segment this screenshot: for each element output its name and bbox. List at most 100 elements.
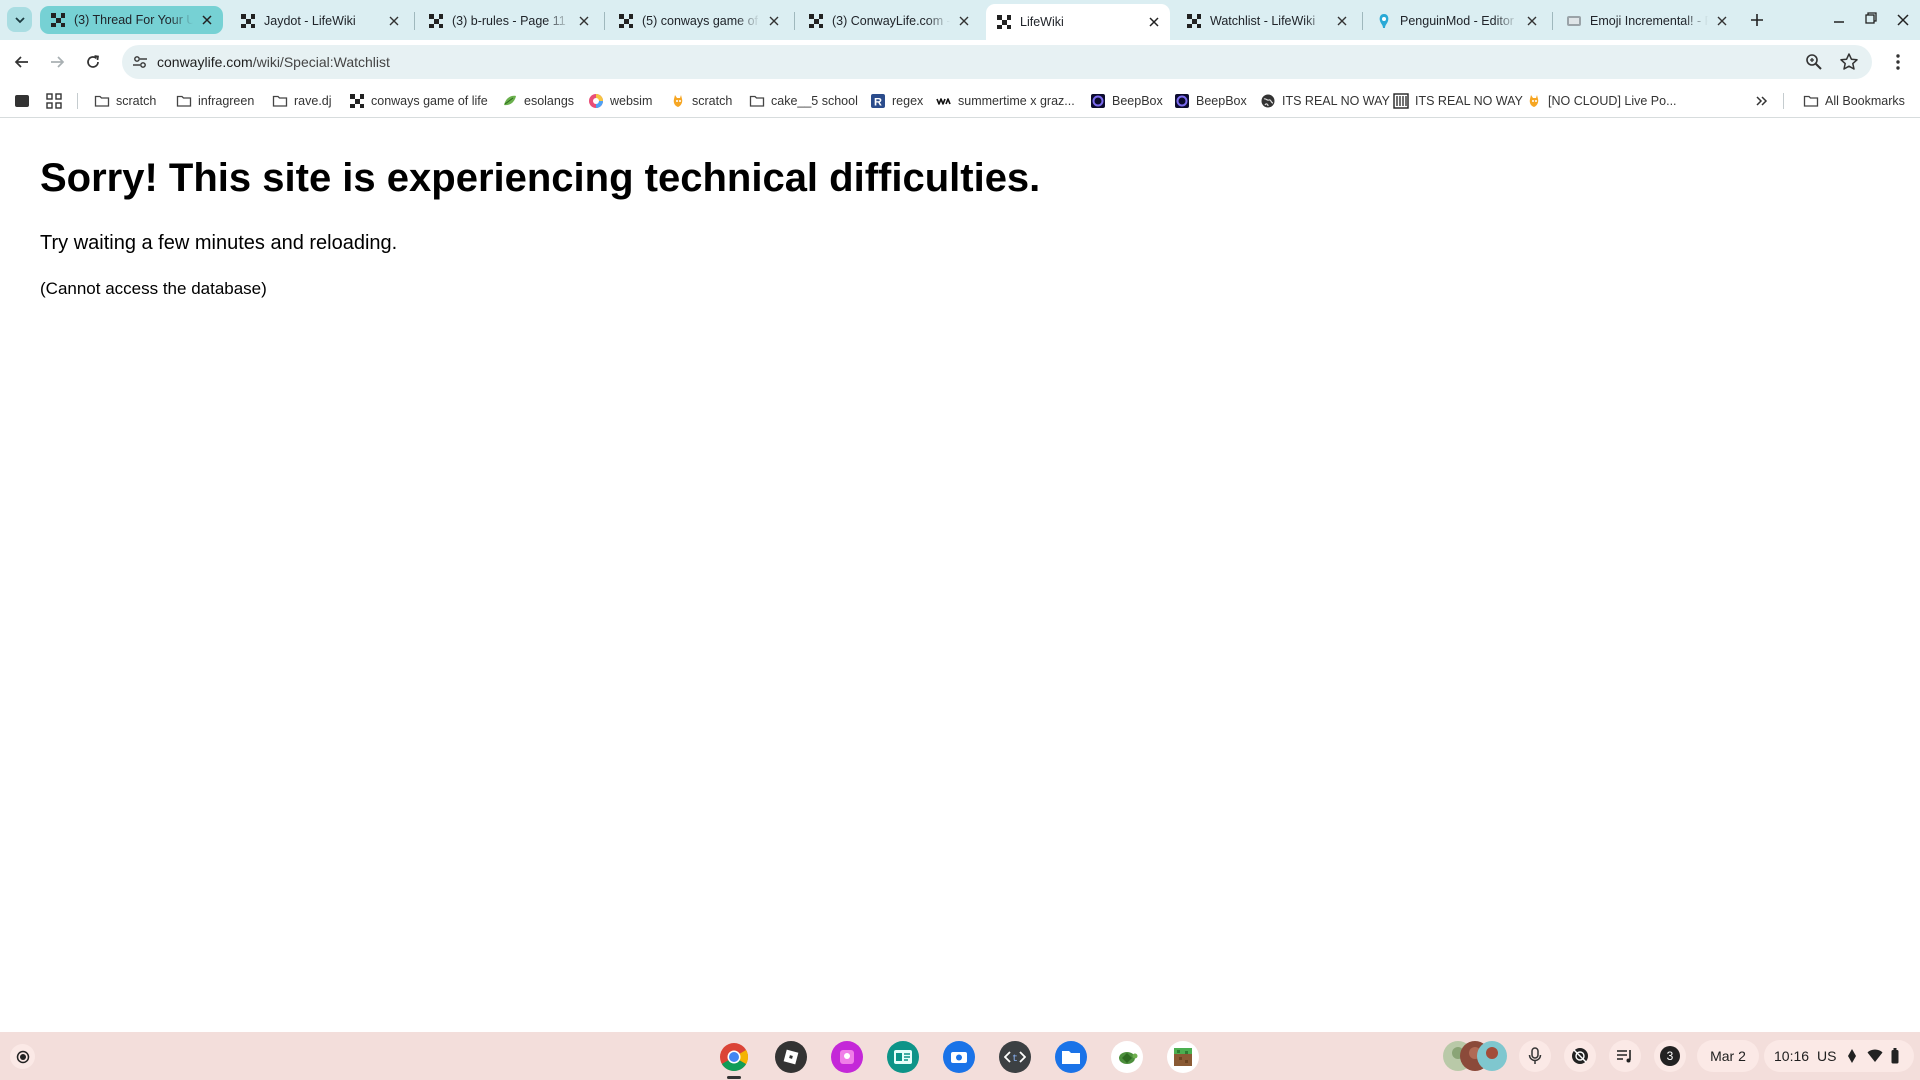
bookmark-link[interactable]: esolangs xyxy=(502,92,574,110)
tab[interactable]: PenguinMod - Editor xyxy=(1366,5,1548,36)
bookmark-link[interactable]: BeepBox xyxy=(1174,92,1247,110)
address-bar[interactable]: conwaylife.com/wiki/Special:Watchlist xyxy=(122,45,1872,79)
reload-icon xyxy=(87,55,99,68)
screen-capture-button[interactable] xyxy=(1564,1040,1596,1072)
bookmark-label: scratch xyxy=(116,94,157,108)
zoom-icon[interactable] xyxy=(1805,53,1823,71)
tab-separator xyxy=(604,12,605,30)
tab-groups-icon[interactable] xyxy=(14,93,30,109)
bookmark-label: ITS REAL NO WAY xyxy=(1415,94,1523,108)
vpn-icon xyxy=(1847,1049,1856,1063)
bookmark-folder[interactable]: scratch xyxy=(94,92,156,110)
tab[interactable]: (3) Thread For Your Un xyxy=(40,6,223,34)
site-info-icon[interactable] xyxy=(132,54,148,70)
conwaylife-icon xyxy=(51,13,65,27)
chrome-app[interactable] xyxy=(718,1041,750,1073)
bookmark-folder[interactable]: rave.dj xyxy=(272,92,332,110)
close-icon[interactable] xyxy=(386,13,402,29)
more-bookmarks-icon[interactable] xyxy=(1755,94,1769,108)
media-controls-button[interactable] xyxy=(1609,1040,1641,1072)
docs-app[interactable] xyxy=(887,1041,919,1073)
microphone-button[interactable] xyxy=(1519,1040,1551,1072)
bookmark-folder[interactable]: cake__5 school xyxy=(749,92,858,110)
bookmark-folder[interactable]: infragreen xyxy=(176,92,254,110)
bookmark-link[interactable]: ITS REAL NO WAY xyxy=(1260,92,1390,110)
notification-badge: 3 xyxy=(1660,1046,1680,1066)
bookmark-link[interactable]: conways game of life xyxy=(349,92,488,110)
close-icon[interactable] xyxy=(576,13,592,29)
files-app[interactable] xyxy=(1055,1041,1087,1073)
record-icon xyxy=(1572,1048,1588,1064)
bookmark-link[interactable]: R regex xyxy=(870,92,923,110)
toolbar: conwaylife.com/wiki/Special:Watchlist xyxy=(0,40,1920,84)
bookmark-star-icon[interactable] xyxy=(1839,52,1859,72)
bookmark-link[interactable]: websim xyxy=(588,92,652,110)
tab-search-button[interactable] xyxy=(7,7,32,32)
close-icon[interactable] xyxy=(199,12,215,28)
tab-strip: (3) Thread For Your Un Jaydot - LifeWiki… xyxy=(0,0,1920,40)
tab-active[interactable]: LifeWiki xyxy=(986,4,1170,40)
new-tab-button[interactable] xyxy=(1746,9,1768,31)
restore-button[interactable] xyxy=(1861,8,1881,28)
reload-button[interactable] xyxy=(81,50,105,74)
all-bookmarks-label: All Bookmarks xyxy=(1825,94,1905,108)
date-text: Mar 2 xyxy=(1710,1048,1746,1064)
tab[interactable]: Jaydot - LifeWiki xyxy=(230,5,410,36)
roblox-app[interactable] xyxy=(775,1041,807,1073)
close-icon[interactable] xyxy=(1524,13,1540,29)
close-icon[interactable] xyxy=(956,13,972,29)
forward-button[interactable] xyxy=(45,50,69,74)
all-bookmarks-button[interactable]: All Bookmarks xyxy=(1803,92,1905,110)
status-area[interactable]: 10:16 US xyxy=(1764,1040,1914,1072)
gallery-app[interactable] xyxy=(831,1041,863,1073)
bookmark-link[interactable]: ITS REAL NO WAY xyxy=(1393,92,1523,110)
folder-icon xyxy=(749,95,765,107)
close-icon[interactable] xyxy=(1334,13,1350,29)
regex-icon: R xyxy=(871,94,885,109)
minecraft-app[interactable] xyxy=(1167,1041,1199,1073)
bookmark-label: websim xyxy=(610,94,653,108)
back-button[interactable] xyxy=(10,50,34,74)
launcher-button[interactable] xyxy=(10,1044,35,1069)
lifewiki-icon xyxy=(997,15,1011,29)
system-shelf: t 3 Mar 2 10:16 US xyxy=(0,1032,1920,1080)
scratch-cat-icon xyxy=(1529,95,1539,107)
locale-text: US xyxy=(1817,1048,1837,1064)
browser-menu-button[interactable] xyxy=(1886,50,1910,74)
bookmark-label: cake__5 school xyxy=(771,94,858,108)
bookmark-label: rave.dj xyxy=(294,94,332,108)
chrome-icon xyxy=(720,1043,748,1071)
tab-separator xyxy=(794,12,795,30)
bookmark-link[interactable]: BeepBox xyxy=(1090,92,1163,110)
apps-grid-icon[interactable] xyxy=(46,93,62,109)
date-button[interactable]: Mar 2 xyxy=(1697,1040,1759,1072)
conwaylife-icon xyxy=(429,13,443,28)
tab[interactable]: Emoji Incremental! - R xyxy=(1556,5,1738,36)
tab[interactable]: (5) conways game of xyxy=(608,5,790,36)
camera-app[interactable] xyxy=(943,1041,975,1073)
close-icon[interactable] xyxy=(1714,13,1730,29)
lifewiki-icon xyxy=(241,13,255,28)
bookmark-label: [NO CLOUD] Live Po... xyxy=(1548,94,1677,108)
close-window-button[interactable] xyxy=(1893,10,1913,30)
conwaylife-icon xyxy=(809,13,823,28)
turtle-app[interactable] xyxy=(1111,1041,1143,1073)
tab-separator xyxy=(1552,12,1553,30)
code-app[interactable]: t xyxy=(999,1041,1031,1073)
tab-title: (3) b-rules - Page 11 - xyxy=(452,13,570,28)
emoji-icon xyxy=(1567,15,1581,26)
bookmark-link[interactable]: scratch xyxy=(670,92,732,110)
bookmark-label: summertime x graz... xyxy=(958,94,1075,108)
notification-button[interactable]: 3 xyxy=(1654,1040,1686,1072)
tab[interactable]: (3) b-rules - Page 11 - xyxy=(418,5,600,36)
close-icon[interactable] xyxy=(1146,14,1162,30)
close-icon[interactable] xyxy=(766,13,782,29)
tab[interactable]: Watchlist - LifeWiki xyxy=(1176,5,1358,36)
bookmarks-separator xyxy=(77,93,78,109)
beepbox-icon xyxy=(1175,94,1189,108)
minimize-button[interactable] xyxy=(1829,10,1849,30)
bookmark-link[interactable]: [NO CLOUD] Live Po... xyxy=(1526,92,1677,110)
tab[interactable]: (3) ConwayLife.com - xyxy=(798,5,980,36)
account-avatars[interactable] xyxy=(1442,1040,1508,1072)
bookmark-link[interactable]: summertime x graz... xyxy=(936,92,1075,110)
